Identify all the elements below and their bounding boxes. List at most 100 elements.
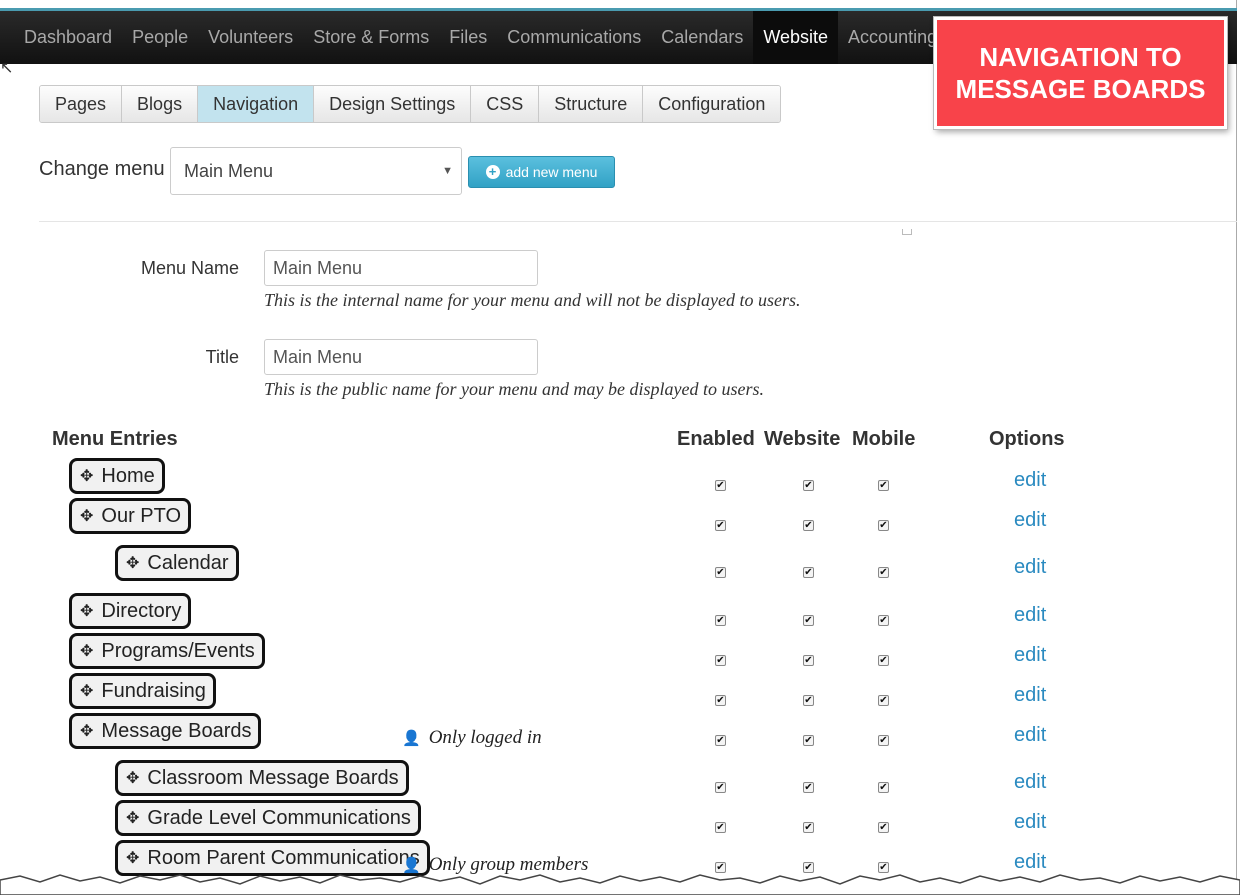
menu-entry-label: Programs/Events [101, 639, 255, 662]
plus-circle-icon: + [485, 165, 500, 179]
menu-name-input[interactable]: Main Menu [264, 250, 538, 286]
edit-link[interactable]: edit [1014, 509, 1046, 532]
nav-communications[interactable]: Communications [497, 11, 651, 64]
nav-website[interactable]: Website [753, 11, 839, 64]
nav-dashboard[interactable]: Dashboard [0, 11, 122, 64]
mobile-checkbox[interactable]: ✔ [878, 615, 889, 626]
website-checkbox[interactable]: ✔ [803, 735, 814, 746]
website-checkbox[interactable]: ✔ [803, 520, 814, 531]
menu-name-value: Main Menu [273, 257, 363, 278]
tab-configuration[interactable]: Configuration [643, 86, 781, 122]
menu-entry[interactable]: ✥ Home [69, 458, 165, 494]
change-menu-label: Change menu [39, 158, 165, 180]
edit-link[interactable]: edit [1014, 811, 1046, 834]
mobile-checkbox[interactable]: ✔ [878, 520, 889, 531]
annotation-callout: NAVIGATION TO MESSAGE BOARDS [934, 17, 1227, 129]
mobile-checkbox[interactable]: ✔ [878, 695, 889, 706]
website-checkbox[interactable]: ✔ [803, 655, 814, 666]
move-handle-icon[interactable]: ✥ [126, 808, 139, 828]
menu-entry[interactable]: ✥ Classroom Message Boards [115, 760, 409, 796]
menu-entry[interactable]: ✥ Grade Level Communications [115, 800, 421, 836]
menu-entry[interactable]: ✥ Message Boards [69, 713, 262, 749]
mobile-checkbox[interactable]: ✔ [878, 567, 889, 578]
menu-entry[interactable]: ✥ Fundraising [69, 673, 216, 709]
nav-volunteers[interactable]: Volunteers [198, 11, 303, 64]
edit-link[interactable]: edit [1014, 684, 1046, 707]
visibility-note: Only logged in [428, 727, 542, 748]
nav-calendars[interactable]: Calendars [651, 11, 753, 64]
mobile-checkbox[interactable]: ✔ [878, 782, 889, 793]
resize-handle [902, 229, 912, 235]
divider [39, 221, 1237, 222]
move-handle-icon[interactable]: ✥ [80, 601, 93, 621]
dropdown-caret-icon: ▼ [442, 165, 453, 177]
website-subtabs: Pages Blogs Navigation Design Settings C… [39, 85, 782, 123]
enabled-checkbox[interactable]: ✔ [715, 520, 726, 531]
website-checkbox[interactable]: ✔ [803, 695, 814, 706]
enabled-checkbox[interactable]: ✔ [715, 567, 726, 578]
edit-link[interactable]: edit [1014, 556, 1046, 579]
enabled-checkbox[interactable]: ✔ [715, 695, 726, 706]
menu-entry-label: Calendar [147, 551, 229, 574]
move-handle-icon[interactable]: ✥ [80, 681, 93, 701]
enabled-checkbox[interactable]: ✔ [715, 480, 726, 491]
menu-select[interactable]: Main Menu ▼ [170, 147, 462, 195]
edit-link[interactable]: edit [1014, 771, 1046, 794]
menu-select-value: Main Menu [184, 160, 274, 181]
website-checkbox[interactable]: ✔ [803, 567, 814, 578]
header-menu-entries: Menu Entries [52, 428, 178, 450]
menu-entry[interactable]: ✥ Our PTO [69, 498, 192, 534]
menu-entry-label: Fundraising [101, 679, 206, 702]
header-enabled: Enabled [677, 428, 755, 450]
move-handle-icon[interactable]: ✥ [126, 848, 139, 868]
tab-css[interactable]: CSS [471, 86, 540, 122]
header-mobile: Mobile [852, 428, 916, 450]
move-handle-icon[interactable]: ✥ [126, 768, 139, 788]
edit-link[interactable]: edit [1014, 604, 1046, 627]
add-new-menu-label: add new menu [505, 164, 598, 180]
move-handle-icon[interactable]: ✥ [80, 506, 93, 526]
nav-files[interactable]: Files [439, 11, 497, 64]
enabled-checkbox[interactable]: ✔ [715, 782, 726, 793]
mobile-checkbox[interactable]: ✔ [878, 655, 889, 666]
edit-link[interactable]: edit [1014, 644, 1046, 667]
title-label: Title [205, 347, 239, 367]
edit-link[interactable]: edit [1014, 469, 1046, 492]
mobile-checkbox[interactable]: ✔ [878, 480, 889, 491]
website-checkbox[interactable]: ✔ [803, 822, 814, 833]
menu-name-help: This is the internal name for your menu … [264, 290, 801, 310]
website-checkbox[interactable]: ✔ [803, 782, 814, 793]
title-value: Main Menu [273, 346, 363, 367]
edit-link[interactable]: edit [1014, 724, 1046, 747]
tab-navigation[interactable]: Navigation [198, 86, 315, 122]
tab-pages[interactable]: Pages [40, 86, 123, 122]
menu-entry[interactable]: ✥ Directory [69, 593, 192, 629]
website-checkbox[interactable]: ✔ [803, 615, 814, 626]
tab-design-settings[interactable]: Design Settings [314, 86, 472, 122]
website-checkbox[interactable]: ✔ [803, 480, 814, 491]
move-handle-icon[interactable]: ✥ [80, 466, 93, 486]
nav-accounting[interactable]: Accounting [838, 11, 947, 64]
menu-entry[interactable]: ✥ Calendar [115, 545, 239, 581]
add-new-menu-button[interactable]: + add new menu [468, 156, 615, 188]
user-icon: 👤 [402, 729, 421, 747]
mobile-checkbox[interactable]: ✔ [878, 822, 889, 833]
move-handle-icon[interactable]: ✥ [126, 553, 139, 573]
menu-entry[interactable]: ✥ Programs/Events [69, 633, 265, 669]
enabled-checkbox[interactable]: ✔ [715, 822, 726, 833]
enabled-checkbox[interactable]: ✔ [715, 615, 726, 626]
title-input[interactable]: Main Menu [264, 339, 538, 375]
mobile-checkbox[interactable]: ✔ [878, 735, 889, 746]
nav-store-forms[interactable]: Store & Forms [303, 11, 439, 64]
menu-entry-label: Message Boards [101, 719, 252, 742]
move-handle-icon[interactable]: ✥ [80, 641, 93, 661]
tab-structure[interactable]: Structure [539, 86, 644, 122]
tab-blogs[interactable]: Blogs [122, 86, 199, 122]
enabled-checkbox[interactable]: ✔ [715, 735, 726, 746]
menu-entry-label: Our PTO [101, 504, 182, 527]
enabled-checkbox[interactable]: ✔ [715, 655, 726, 666]
nav-people[interactable]: People [122, 11, 198, 64]
title-help: This is the public name for your menu an… [264, 379, 764, 399]
move-handle-icon[interactable]: ✥ [80, 721, 93, 741]
mouse-cursor-icon: ↖ [0, 60, 14, 77]
